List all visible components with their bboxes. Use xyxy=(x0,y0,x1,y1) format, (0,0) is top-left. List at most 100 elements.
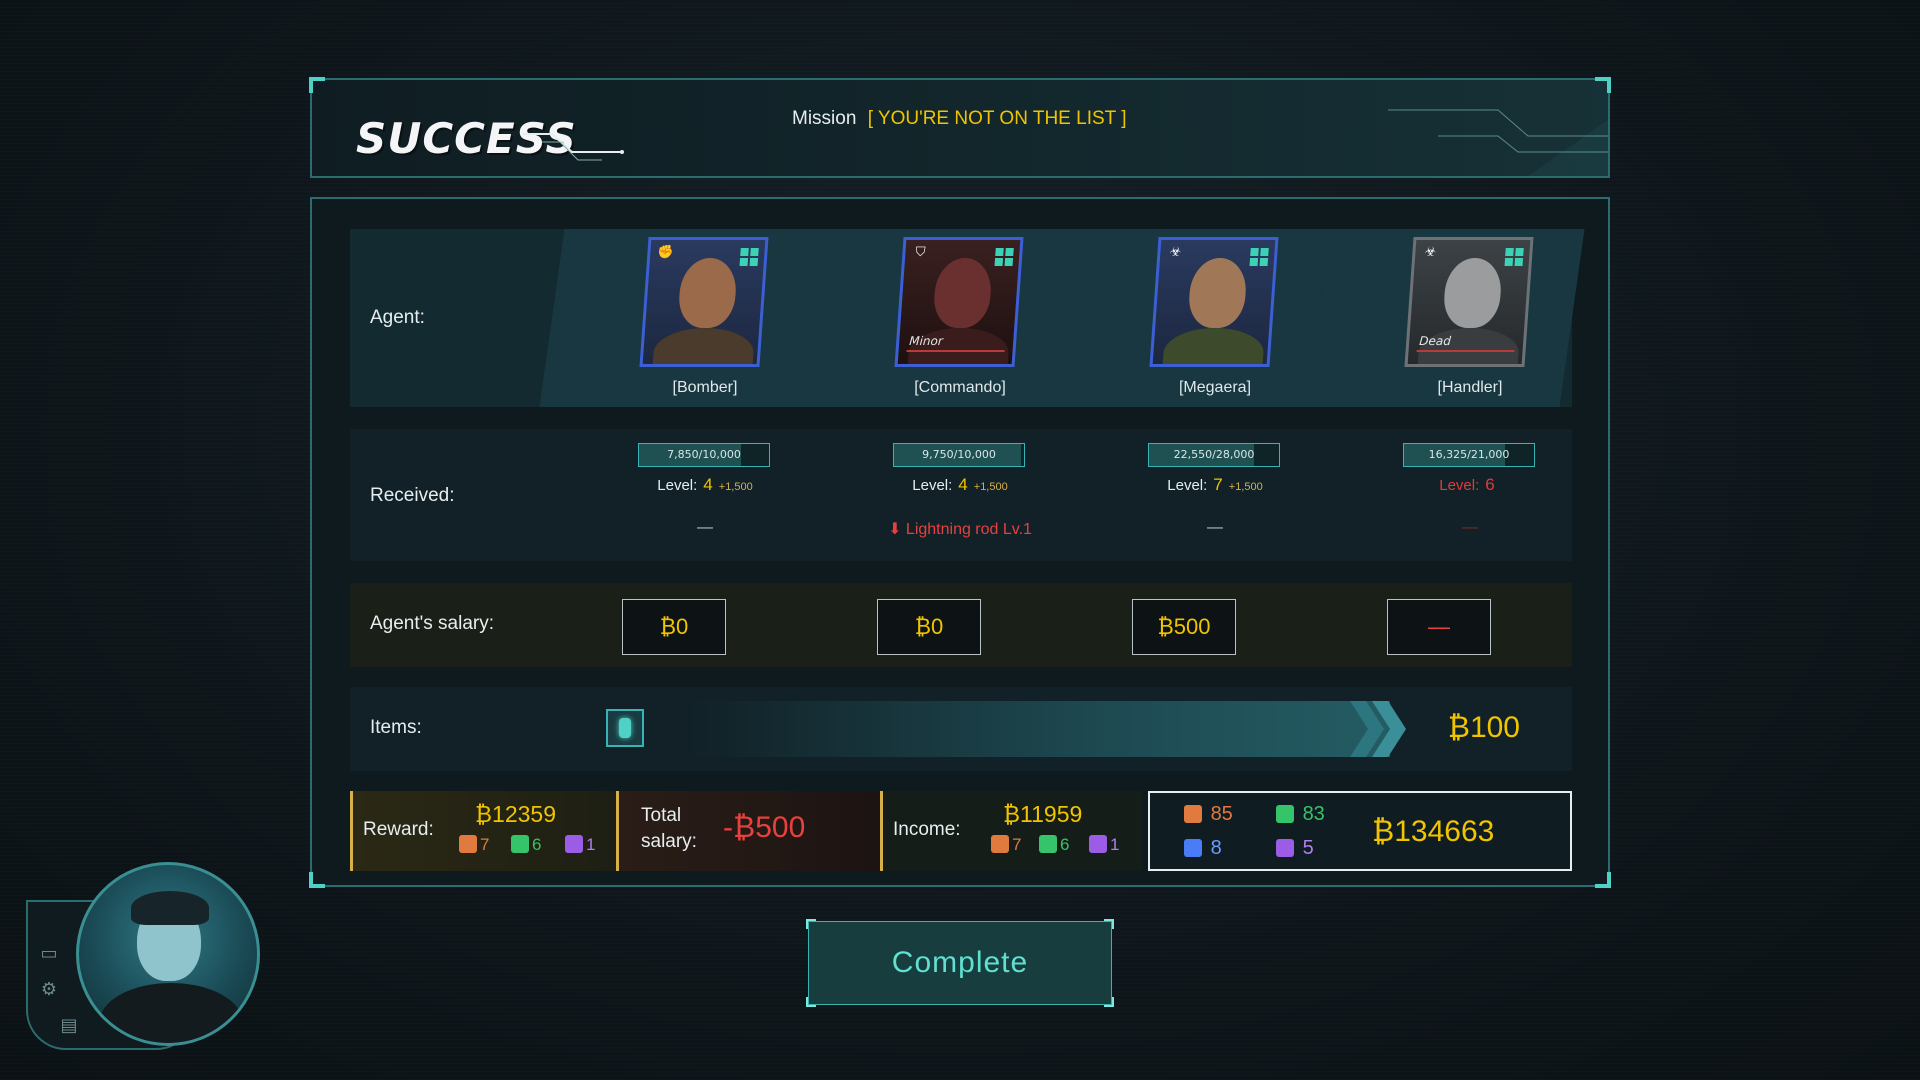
journal-icon[interactable]: ▤ xyxy=(56,1014,82,1038)
salary-bomber[interactable]: ₿0 xyxy=(622,599,726,655)
dna-icon xyxy=(1089,835,1107,853)
reward-money: ₿12359 xyxy=(475,801,556,827)
level-label: Level: xyxy=(1167,477,1208,494)
battery-icon[interactable] xyxy=(606,709,644,747)
xp-bar: 9,750/10,000 xyxy=(893,443,1025,467)
salary-commando[interactable]: ₿0 xyxy=(877,599,981,655)
total-salary-value: -₿500 xyxy=(723,811,806,844)
mission-title: Mission [ YOU'RE NOT ON THE LIST ] xyxy=(792,108,1126,130)
total-salary-label-2: salary: xyxy=(641,831,697,852)
agent-portrait[interactable]: ☣ xyxy=(1149,237,1279,367)
mission-header: SUCCESS Mission [ YOU'RE NOT ON THE LIST… xyxy=(309,77,1611,178)
income-purple-resource: 1 xyxy=(1089,835,1119,855)
frame-corner xyxy=(1595,872,1611,888)
total-blue-resource: 8 xyxy=(1184,837,1222,860)
agent-portrait[interactable]: ✊ xyxy=(639,237,769,367)
agent-name: [Handler] xyxy=(1437,379,1503,396)
portrait-face xyxy=(1187,258,1249,328)
reward-purple-resource: 1 xyxy=(565,835,595,855)
chip-icon xyxy=(459,835,477,853)
complete-button[interactable]: Complete xyxy=(806,919,1114,1007)
portrait-face xyxy=(677,258,739,328)
income-orange-resource: 7 xyxy=(991,835,1021,855)
title-decoration xyxy=(522,133,624,161)
reward-green-resource: 6 xyxy=(511,835,541,855)
items-row: Items: ₿100 xyxy=(350,687,1572,771)
agent-name: [Megaera] xyxy=(1178,379,1252,396)
resource-count: 8 xyxy=(1210,837,1222,859)
player-avatar-widget: ▭ ⚙ ▤ xyxy=(22,860,262,1056)
salary-row: Agent's salary: ₿0 ₿0 ₿500 — xyxy=(350,583,1572,667)
portrait-face xyxy=(932,258,994,328)
biohazard-icon: ☣ xyxy=(1169,245,1182,260)
agent-label: Agent: xyxy=(370,307,425,328)
player-avatar[interactable] xyxy=(76,862,260,1046)
reward-label: Reward: xyxy=(363,819,434,840)
agent-card-handler[interactable]: ☣ Dead [Handler] xyxy=(1365,229,1565,407)
level-line: Level: 7 +1,500 xyxy=(1110,475,1320,495)
shield-icon: ⛉ xyxy=(915,245,926,260)
total-purple-resource: 5 xyxy=(1276,837,1314,860)
camera-icon xyxy=(1276,805,1294,823)
injury-bar xyxy=(906,350,1005,352)
mission-results-panel: Agent: ✊ [Bomber] ⛉ Minor [Commando] ☣ [… xyxy=(309,197,1611,888)
items-track xyxy=(690,701,1390,757)
skill-grid-icon xyxy=(1504,248,1524,266)
level-line: Level: 4 +1,500 xyxy=(600,475,810,495)
xp-text: 9,750/10,000 xyxy=(922,448,996,461)
total-salary-block: Total salary: -₿500 xyxy=(616,791,880,871)
resource-count: 1 xyxy=(586,835,596,854)
agent-card-bomber[interactable]: ✊ [Bomber] xyxy=(600,229,800,407)
salary-megaera[interactable]: ₿500 xyxy=(1132,599,1236,655)
skill-grid-icon xyxy=(1249,248,1269,266)
gear-icon[interactable]: ⚙ xyxy=(36,978,62,1002)
xp-text: 22,550/28,000 xyxy=(1173,448,1255,461)
summary-row: Reward: ₿12359 7 6 1 Total salary: -₿500… xyxy=(350,791,1572,871)
frame-corner xyxy=(309,872,325,888)
agents-row: Agent: ✊ [Bomber] ⛉ Minor [Commando] ☣ [… xyxy=(350,229,1572,407)
agent-status-tag: Dead xyxy=(1418,334,1452,348)
received-extra: — xyxy=(697,519,713,536)
level-value: 4 xyxy=(958,475,968,494)
total-salary-label-1: Total xyxy=(641,805,682,826)
button-corner xyxy=(806,919,816,929)
camera-icon xyxy=(1039,835,1057,853)
avatar-body xyxy=(99,983,243,1043)
agent-card-commando[interactable]: ⛉ Minor [Commando] xyxy=(855,229,1055,407)
chat-icon[interactable]: ▭ xyxy=(36,942,62,966)
income-money: ₿11959 xyxy=(1003,801,1083,827)
salary-label: Agent's salary: xyxy=(370,613,495,634)
level-bonus: +1,500 xyxy=(973,481,1008,493)
button-corner xyxy=(1104,919,1114,929)
mission-label: Mission xyxy=(792,108,857,129)
death-bar xyxy=(1416,350,1515,352)
agent-portrait[interactable]: ☣ Dead xyxy=(1404,237,1534,367)
complete-button-label: Complete xyxy=(891,946,1029,979)
fist-icon: ✊ xyxy=(656,245,675,260)
reward-orange-resource: 7 xyxy=(459,835,489,855)
level-label: Level: xyxy=(657,477,698,494)
resource-count: 7 xyxy=(480,835,490,854)
received-row: Received: 7,850/10,000 Level: 4 +1,500 — 9… xyxy=(350,429,1572,561)
received-extra: ⬇ Lightning rod Lv.1 xyxy=(888,521,1032,538)
received-commando: 9,750/10,000 Level: 4 +1,500 ⬇ Lightning r… xyxy=(855,429,1055,561)
totals-block: 85 83 8 5 ₿134663 xyxy=(1148,791,1572,871)
resource-count: 1 xyxy=(1110,835,1120,854)
agent-card-megaera[interactable]: ☣ [Megaera] xyxy=(1110,229,1310,407)
income-label: Income: xyxy=(893,819,961,840)
agent-portrait[interactable]: ⛉ Minor xyxy=(894,237,1024,367)
received-extra: — xyxy=(1462,519,1478,536)
resource-count: 6 xyxy=(532,835,542,854)
received-megaera: 22,550/28,000 Level: 7 +1,500 — xyxy=(1110,429,1310,561)
resource-count: 5 xyxy=(1302,837,1314,859)
xp-bar: 7,850/10,000 xyxy=(638,443,770,467)
balance-value: ₿134663 xyxy=(1372,815,1495,848)
frame-corner xyxy=(309,77,325,93)
salary-handler[interactable]: — xyxy=(1387,599,1491,655)
resource-count: 7 xyxy=(1012,835,1022,854)
level-line: Level: 6 xyxy=(1365,475,1575,495)
resource-count: 85 xyxy=(1210,803,1233,825)
portrait-body xyxy=(651,328,756,367)
header-decoration xyxy=(1388,109,1608,176)
received-handler: 16,325/21,000 Level: 6 — xyxy=(1365,429,1565,561)
